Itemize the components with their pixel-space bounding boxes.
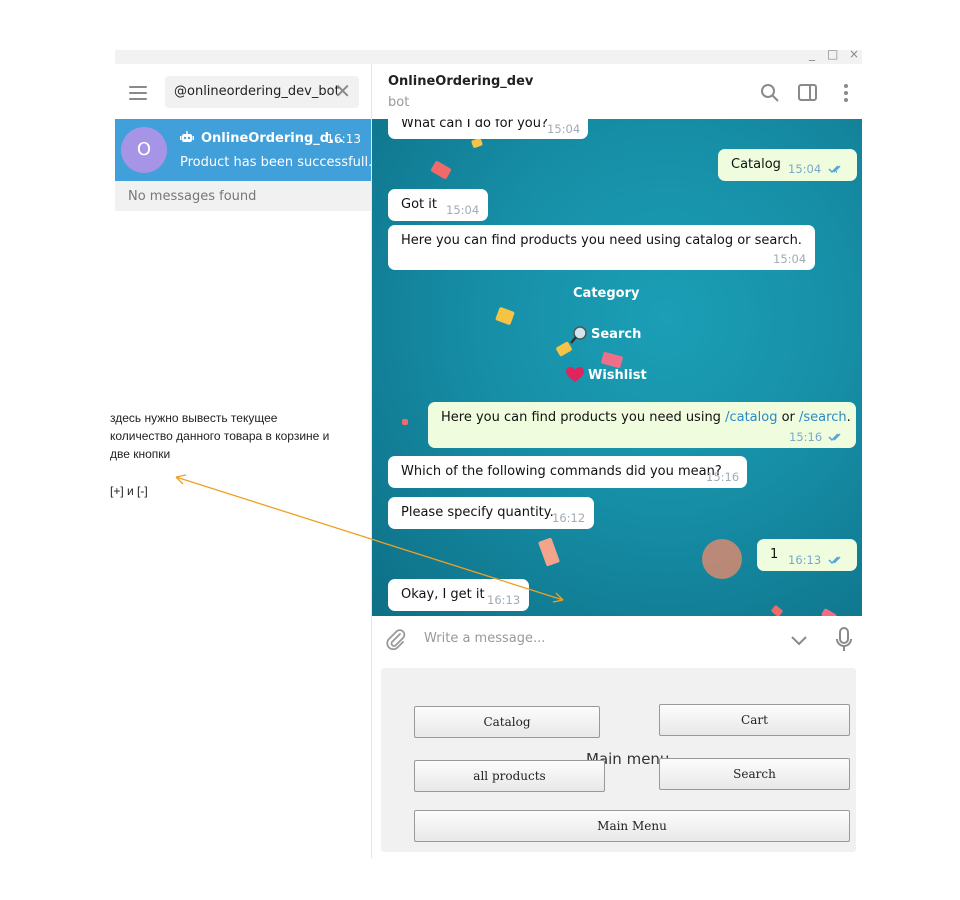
no-messages-banner: No messages found	[115, 181, 371, 211]
read-checks-icon	[828, 433, 841, 442]
no-messages-text: No messages found	[128, 189, 257, 204]
read-checks-icon	[828, 165, 841, 174]
message-text: Got it	[401, 197, 437, 212]
message-text: 1	[770, 547, 779, 562]
avatar: O	[121, 127, 167, 173]
heart-emoji-icon	[566, 367, 584, 382]
message-text: Here you can find products you need usin…	[441, 410, 851, 425]
message-text: Okay, I get it	[401, 587, 485, 602]
attach-icon[interactable]	[384, 628, 408, 652]
message-time: 15:04	[547, 122, 581, 136]
bot-icon	[180, 131, 194, 142]
annotation-line-4: [+] и [-]	[110, 484, 148, 498]
clear-search-icon[interactable]: ✕	[334, 80, 351, 102]
message-incoming[interactable]: Okay, I get it 16:13	[388, 579, 529, 611]
message-incoming[interactable]: What can I do for you? 15:04	[388, 119, 588, 139]
message-text: Here you can find products you need usin…	[401, 233, 802, 248]
cart-button[interactable]: Cart	[659, 704, 850, 736]
message-outgoing[interactable]: 1 16:13	[757, 539, 857, 571]
more-options-icon[interactable]	[835, 82, 857, 104]
chat-title[interactable]: OnlineOrdering_dev	[388, 74, 533, 89]
search-icon[interactable]	[759, 82, 781, 104]
search-input[interactable]: @onlineordering_dev_bot ✕	[165, 76, 359, 108]
maximize-button[interactable]: □	[827, 47, 838, 61]
chat-name: OnlineOrdering_d...	[201, 131, 344, 146]
message-time: 16:12	[552, 511, 586, 525]
search-command-link[interactable]: /search	[799, 410, 847, 425]
chat-list-item[interactable]: O OnlineOrdering_d... 16:13 Product has …	[115, 119, 381, 181]
inline-button-wishlist[interactable]: Wishlist	[588, 368, 647, 383]
message-incoming[interactable]: Got it 15:04	[388, 189, 488, 221]
message-time: 16:13	[487, 593, 521, 607]
message-input[interactable]: Write a message...	[424, 631, 545, 646]
inline-button-category[interactable]: Category	[573, 286, 639, 301]
catalog-button[interactable]: Catalog	[414, 706, 600, 738]
read-checks-icon	[828, 556, 841, 565]
message-text: Catalog	[731, 157, 781, 172]
message-time: 15:04	[773, 252, 807, 266]
annotation-line-1: здесь нужно вывесть текущее	[110, 411, 278, 425]
message-outgoing[interactable]: Catalog 15:04	[718, 149, 857, 181]
chat-preview: Product has been successfull...	[180, 155, 381, 170]
message-outgoing[interactable]: Here you can find products you need usin…	[428, 402, 856, 448]
message-time: 15:16	[789, 430, 823, 444]
message-time: 16:13	[788, 553, 822, 567]
message-incoming[interactable]: Here you can find products you need usin…	[388, 225, 815, 270]
main-menu-button[interactable]: Main Menu	[414, 810, 850, 842]
message-time: 15:04	[446, 203, 480, 217]
menu-icon[interactable]	[129, 86, 147, 100]
search-value: @onlineordering_dev_bot	[174, 84, 340, 99]
message-incoming[interactable]: Which of the following commands did you …	[388, 456, 747, 488]
annotation-line-2: количество данного товара в корзине и	[110, 429, 330, 443]
message-incoming[interactable]: Please specify quantity. 16:12	[388, 497, 594, 529]
title-bar: _ □ ×	[115, 47, 862, 64]
sidebar-toggle-icon[interactable]	[797, 82, 819, 104]
microphone-icon[interactable]	[834, 626, 854, 654]
chevron-down-icon[interactable]	[789, 632, 809, 650]
all-products-button[interactable]: all products	[414, 760, 605, 792]
message-text: Please specify quantity.	[401, 505, 554, 520]
annotation-line-3: две кнопки	[110, 447, 171, 461]
reply-keyboard: Main menu Catalog Cart all products Sear…	[381, 668, 856, 852]
chat-header: OnlineOrdering_dev bot	[372, 64, 862, 119]
chat-subtitle: bot	[388, 95, 410, 110]
message-area[interactable]: What can I do for you? 15:04 Catalog 15:…	[372, 119, 862, 616]
message-composer: Write a message...	[372, 616, 862, 666]
search-button[interactable]: Search	[659, 758, 850, 790]
magnifier-emoji-icon	[570, 326, 587, 344]
chat-panel: OnlineOrdering_dev bot What can I do for…	[372, 64, 862, 858]
close-window-button[interactable]: ×	[849, 47, 859, 61]
minimize-button[interactable]: _	[809, 47, 815, 61]
inline-button-search[interactable]: Search	[591, 327, 641, 342]
sidebar: @onlineordering_dev_bot ✕ O OnlineOrderi…	[115, 64, 381, 858]
message-text: Which of the following commands did you …	[401, 464, 722, 479]
message-time: 15:16	[706, 470, 740, 484]
catalog-command-link[interactable]: /catalog	[725, 410, 777, 425]
message-text: What can I do for you?	[401, 119, 548, 131]
chat-time: 16:13	[326, 132, 361, 146]
telegram-window: _ □ × @onlineordering_dev_bot ✕ O Online…	[115, 47, 862, 858]
message-time: 15:04	[788, 162, 822, 176]
